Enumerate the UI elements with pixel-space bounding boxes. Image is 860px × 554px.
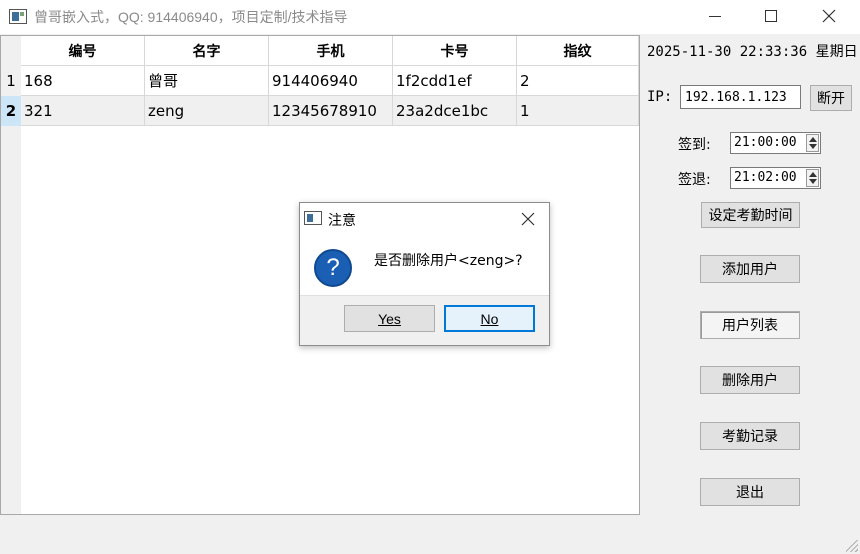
ip-input[interactable]: 192.168.1.123 [680, 85, 801, 109]
chevron-up-icon[interactable] [809, 172, 817, 177]
maximize-icon [765, 10, 777, 22]
app-window-icon [304, 211, 322, 225]
app-window-icon [9, 9, 27, 24]
column-header-name[interactable]: 名字 [145, 36, 269, 66]
resize-grip-icon[interactable] [846, 540, 858, 552]
attendance-records-button[interactable]: 考勤记录 [700, 422, 800, 450]
checkout-label: 签退: [678, 172, 711, 188]
close-icon [822, 9, 836, 23]
checkout-time-spinbox[interactable]: 21:02:00 [730, 167, 821, 189]
status-bar [0, 516, 860, 554]
chevron-up-icon[interactable] [809, 137, 817, 142]
dialog-message: 是否删除用户<zeng>? [374, 253, 523, 269]
column-header-id[interactable]: 编号 [21, 36, 145, 66]
delete-user-button[interactable]: 删除用户 [700, 366, 800, 394]
column-header-phone[interactable]: 手机 [269, 36, 393, 66]
cell-phone[interactable]: 914406940 [269, 66, 393, 96]
dialog-title: 注意 [328, 213, 356, 229]
cell-card[interactable]: 1f2cdd1ef [393, 66, 517, 96]
minimize-icon [709, 15, 721, 17]
cell-phone[interactable]: 12345678910 [269, 96, 393, 126]
yes-button[interactable]: Yes [344, 305, 435, 332]
maximize-button[interactable] [742, 0, 800, 32]
disconnect-button[interactable]: 断开 [810, 85, 852, 111]
title-bar: 曾哥嵌入式，QQ: 914406940，项目定制/技术指导 [0, 0, 860, 34]
cell-fingerprint[interactable]: 1 [517, 96, 639, 126]
cell-card[interactable]: 23a2dce1bc [393, 96, 517, 126]
row-number[interactable]: 2 [1, 96, 21, 126]
chevron-down-icon[interactable] [809, 144, 817, 149]
column-header-fingerprint[interactable]: 指纹 [517, 36, 639, 66]
yes-button-label: Yes [378, 310, 401, 327]
no-button[interactable]: No [444, 305, 535, 332]
user-list-button[interactable]: 用户列表 [700, 311, 800, 339]
checkin-time-value: 21:00:00 [734, 135, 797, 150]
close-window-button[interactable] [800, 0, 858, 32]
window-title: 曾哥嵌入式，QQ: 914406940，项目定制/技术指导 [34, 9, 348, 25]
cell-fingerprint[interactable]: 2 [517, 66, 639, 96]
ip-label: IP: [647, 89, 673, 105]
cell-name[interactable]: zeng [145, 96, 269, 126]
dialog-close-button[interactable] [516, 207, 540, 231]
close-icon [521, 212, 535, 226]
chevron-down-icon[interactable] [809, 179, 817, 184]
spin-arrows[interactable] [806, 169, 819, 187]
checkin-time-spinbox[interactable]: 21:00:00 [730, 132, 821, 154]
checkin-label: 签到: [678, 137, 711, 153]
delete-confirm-dialog: 注意 ? 是否删除用户<zeng>? Yes No [299, 202, 550, 346]
add-user-button[interactable]: 添加用户 [700, 255, 800, 283]
no-button-label: No [480, 310, 499, 327]
exit-button[interactable]: 退出 [700, 478, 800, 506]
dialog-button-bar: Yes No [300, 295, 549, 345]
spin-arrows[interactable] [806, 134, 819, 152]
minimize-button[interactable] [686, 0, 744, 32]
column-header-card[interactable]: 卡号 [393, 36, 517, 66]
datetime-display: 2025-11-30 22:33:36 星期日 [647, 44, 858, 60]
row-number[interactable]: 1 [1, 66, 21, 96]
cell-id[interactable]: 321 [21, 96, 145, 126]
cell-id[interactable]: 168 [21, 66, 145, 96]
checkout-time-value: 21:02:00 [734, 170, 797, 185]
question-icon: ? [314, 249, 352, 287]
cell-name[interactable]: 曾哥 [145, 66, 269, 96]
set-attendance-time-button[interactable]: 设定考勤时间 [701, 202, 800, 228]
